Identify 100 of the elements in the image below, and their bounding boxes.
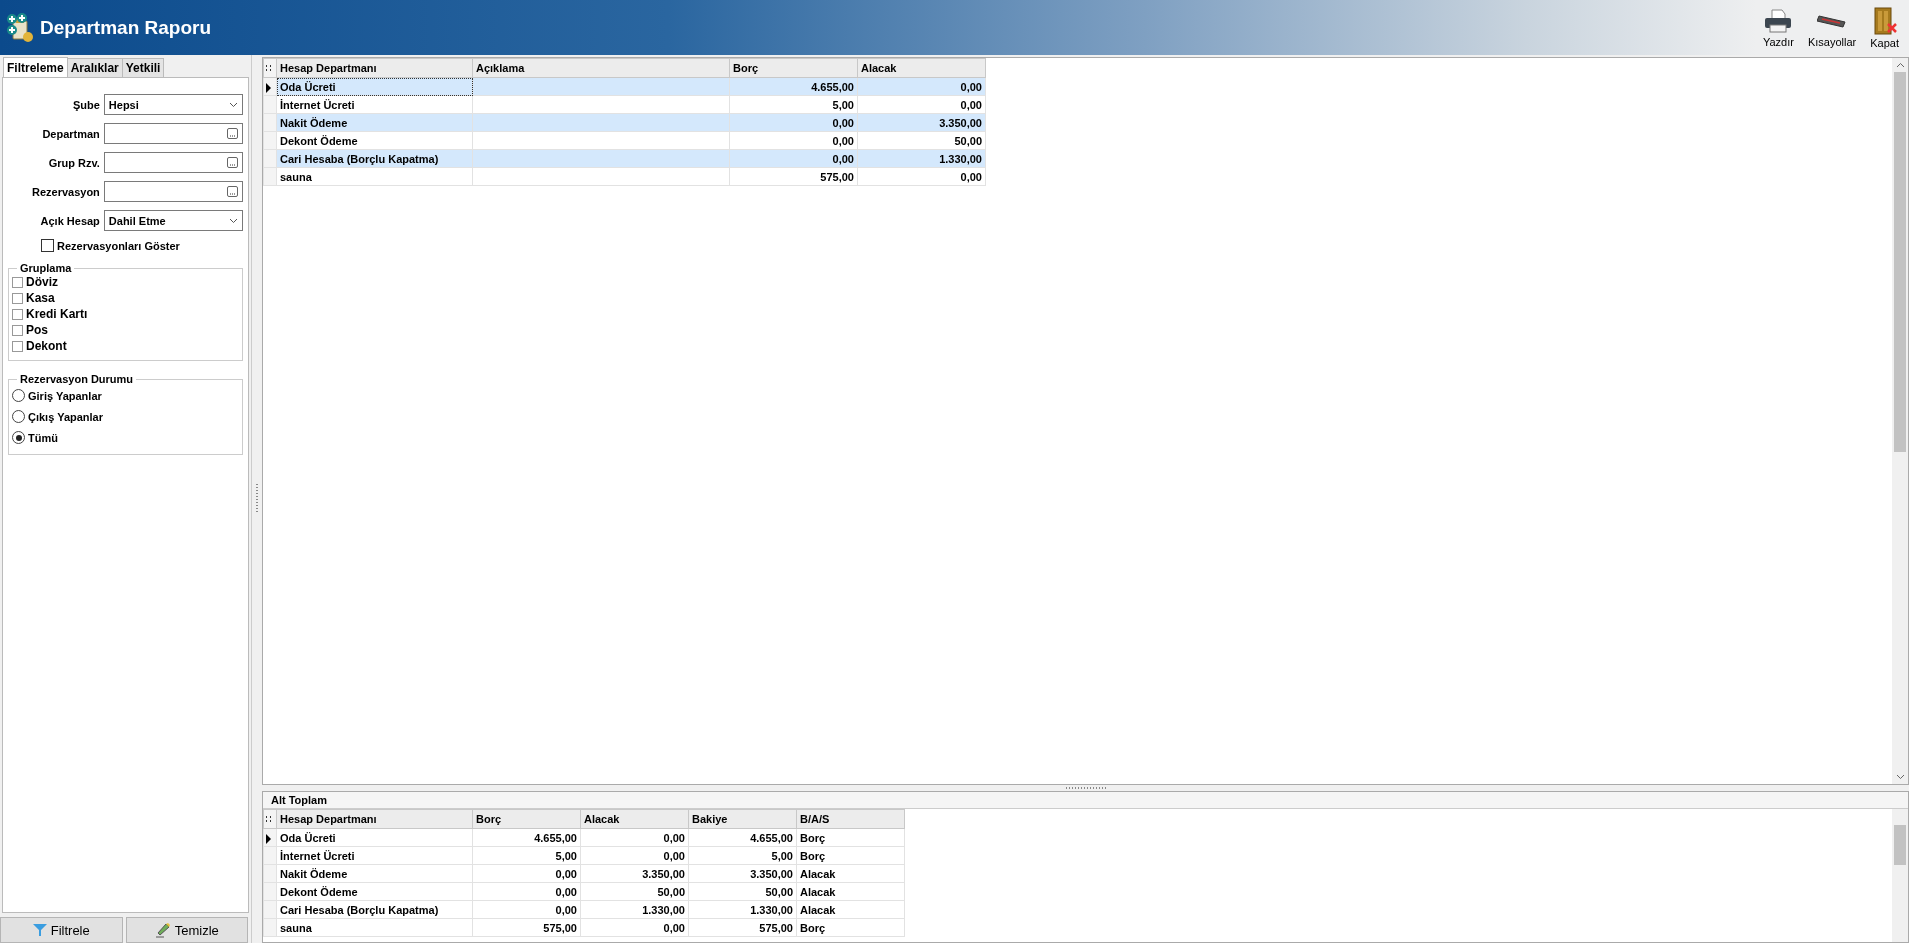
table-cell: 3.350,00: [580, 864, 689, 883]
vertical-scrollbar[interactable]: [1892, 58, 1908, 784]
column-header[interactable]: Alacak: [857, 58, 986, 78]
scroll-up-icon[interactable]: [1895, 62, 1905, 68]
close-tool-button[interactable]: Kapat: [1866, 4, 1903, 51]
checkbox-label: Döviz: [26, 275, 58, 289]
column-header[interactable]: Açıklama: [472, 58, 730, 78]
checkbox-label: Kredi Kartı: [26, 307, 88, 321]
field-label: Grup Rzv.: [47, 156, 101, 169]
table-cell: sauna: [276, 918, 473, 937]
lookup-field[interactable]: [103, 123, 243, 144]
table-cell: 1.330,00: [688, 900, 797, 919]
checkbox-label: Dekont: [26, 339, 67, 353]
vertical-scrollbar[interactable]: [1892, 809, 1908, 942]
lookup-field[interactable]: [103, 181, 243, 202]
checkbox-label: Pos: [26, 323, 48, 337]
radio-label: Çıkış Yapanlar: [28, 410, 103, 423]
ellipsis-button-icon[interactable]: [227, 128, 238, 139]
radio-label: Tümü: [28, 431, 58, 444]
table-cell: Alacak: [796, 864, 905, 883]
tab[interactable]: Filtreleme: [3, 57, 68, 77]
column-header[interactable]: Bakiye: [688, 809, 797, 829]
table-cell: Alacak: [796, 900, 905, 919]
checkbox[interactable]: [12, 292, 23, 304]
table-cell: 0,00: [472, 900, 581, 919]
window-title: Departman Raporu: [40, 16, 212, 39]
show-reservations-checkbox[interactable]: Rezervasyonları Göster: [41, 239, 243, 252]
table-cell: 0,00: [472, 882, 581, 901]
table-cell: 50,00: [857, 131, 986, 150]
column-header[interactable]: Hesap Departmanı: [276, 809, 473, 829]
clear-button[interactable]: Temizle: [125, 917, 248, 943]
table-cell: 575,00: [688, 918, 797, 937]
table-cell: 5,00: [688, 846, 797, 865]
table-cell: 0,00: [580, 918, 689, 937]
table-cell: 575,00: [729, 167, 858, 186]
table-cell: Borç: [796, 828, 905, 847]
table-cell: 575,00: [472, 918, 581, 937]
table-cell: 50,00: [688, 882, 797, 901]
checkbox[interactable]: [12, 340, 23, 352]
table-cell: 0,00: [580, 846, 689, 865]
table-cell: Cari Hesaba (Borçlu Kapatma): [276, 900, 473, 919]
chevron-down-icon: [229, 101, 238, 108]
table-cell: 0,00: [857, 95, 986, 114]
ellipsis-button-icon[interactable]: [227, 186, 238, 197]
funnel-icon: [32, 923, 47, 937]
eraser-icon: [154, 922, 171, 938]
column-header[interactable]: Borç: [472, 809, 581, 829]
table-cell: 0,00: [729, 131, 858, 150]
scroll-down-icon[interactable]: [1895, 774, 1905, 780]
field-label: Açık Hesap: [39, 214, 101, 227]
ellipsis-button-icon[interactable]: [227, 157, 238, 168]
chevron-down-icon: [229, 217, 238, 224]
table-cell: 1.330,00: [580, 900, 689, 919]
table-cell: 50,00: [580, 882, 689, 901]
checkbox[interactable]: [12, 324, 23, 336]
checkbox[interactable]: [41, 239, 54, 252]
column-header[interactable]: Borç: [729, 58, 858, 78]
table-cell: Nakit Ödeme: [276, 864, 473, 883]
panel-title: Alt Toplam: [270, 793, 328, 808]
radio-label: Giriş Yapanlar: [28, 389, 102, 402]
table-cell: Oda Ücreti: [276, 828, 473, 847]
column-grip-icon: [266, 816, 271, 823]
checkbox-label: Kasa: [26, 291, 55, 305]
table-cell: 0,00: [857, 167, 986, 186]
radio-button[interactable]: [12, 431, 25, 444]
table-cell: 5,00: [729, 95, 858, 114]
radio-button[interactable]: [12, 410, 25, 423]
checkbox[interactable]: [12, 276, 23, 288]
table-cell: 5,00: [472, 846, 581, 865]
table-cell: Borç: [796, 846, 905, 865]
column-grip-icon: [266, 65, 271, 72]
table-cell: 4.655,00: [688, 828, 797, 847]
door-exit-icon: [1871, 6, 1898, 35]
radio-button[interactable]: [12, 389, 25, 402]
field-label: Departman: [41, 127, 101, 140]
table-cell: 3.350,00: [688, 864, 797, 883]
table-cell: Dekont Ödeme: [276, 131, 473, 150]
column-header[interactable]: Hesap Departmanı: [276, 58, 473, 78]
column-header[interactable]: Alacak: [580, 809, 689, 829]
print-tool-button[interactable]: Yazdır: [1758, 5, 1798, 50]
field-label: Şube: [71, 98, 101, 111]
table-cell: Borç: [796, 918, 905, 937]
lookup-field[interactable]: [103, 152, 243, 173]
group-title: Rezervasyon Durumu: [19, 373, 135, 385]
table-cell: Alacak: [796, 882, 905, 901]
filter-button[interactable]: Filtrele: [0, 917, 123, 943]
checkbox[interactable]: [12, 308, 23, 320]
table-cell: sauna: [276, 167, 473, 186]
group-title: Gruplama: [19, 262, 73, 274]
dropdown-field[interactable]: Dahil Etme: [103, 210, 243, 231]
printer-icon: [1763, 7, 1794, 34]
dropdown-field[interactable]: Hepsi: [103, 94, 243, 115]
tab[interactable]: Aralıklar: [66, 58, 123, 77]
table-cell: İnternet Ücreti: [276, 95, 473, 114]
keyboard-tool-button[interactable]: Kısayollar: [1803, 5, 1861, 50]
table-cell: 4.655,00: [472, 828, 581, 847]
column-header[interactable]: B/A/S: [796, 809, 905, 829]
tab[interactable]: Yetkili: [121, 58, 165, 77]
app-logo-icon: [6, 12, 36, 43]
table-cell: 0,00: [580, 828, 689, 847]
